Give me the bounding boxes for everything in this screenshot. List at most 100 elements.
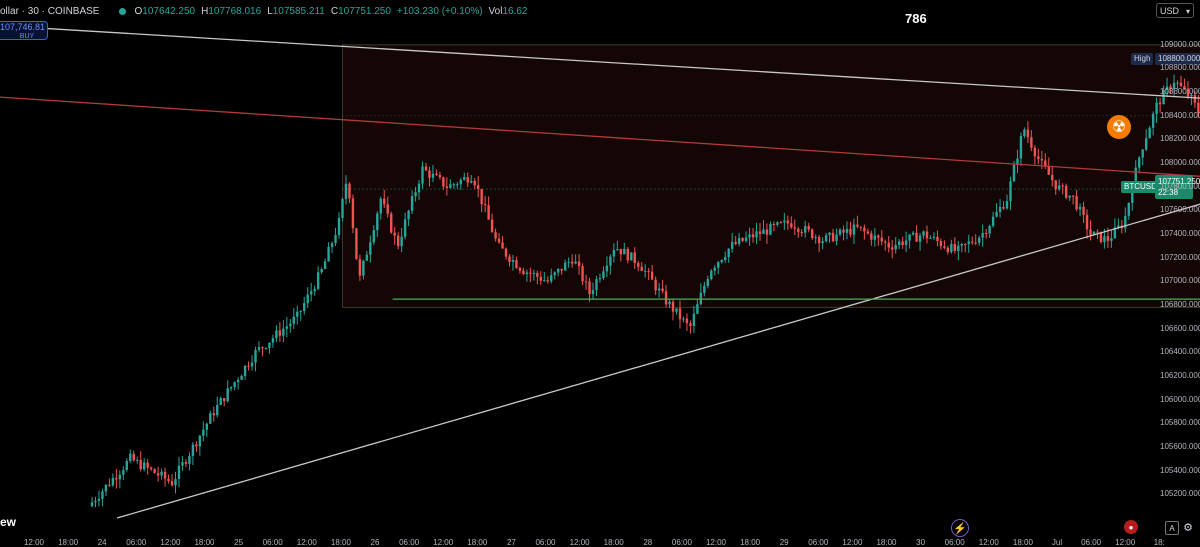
candle-body: [773, 224, 775, 225]
candle-body: [915, 233, 917, 242]
candle-body: [188, 456, 190, 464]
candle-body: [146, 463, 148, 468]
candle-body: [540, 277, 542, 281]
candle-body: [508, 257, 510, 262]
candle-body: [727, 249, 729, 257]
candle-body: [630, 252, 632, 260]
candle-body: [738, 238, 740, 244]
gear-icon[interactable]: ⚙: [1182, 521, 1194, 533]
candle-body: [515, 260, 517, 268]
candle-body: [620, 249, 622, 254]
candle-body: [1051, 175, 1053, 180]
candle-body: [348, 184, 350, 199]
candle-body: [585, 281, 587, 282]
candle-body: [1023, 130, 1025, 136]
candle-body: [303, 303, 305, 311]
candle-body: [647, 271, 649, 272]
candle-body: [780, 222, 782, 223]
candle-body: [550, 275, 552, 281]
candle-body: [592, 290, 594, 294]
candle-body: [480, 189, 482, 204]
candle-body: [171, 481, 173, 485]
lightning-icon[interactable]: ⚡: [951, 519, 969, 537]
symbol-title[interactable]: ollar · 30 · COINBASE: [0, 6, 99, 17]
auto-scale-button[interactable]: A: [1165, 521, 1179, 535]
candle-body: [710, 271, 712, 279]
candle-body: [105, 485, 107, 492]
candle-body: [265, 348, 267, 349]
candle-body: [442, 177, 444, 186]
candle-body: [373, 230, 375, 242]
candle-body: [981, 233, 983, 238]
candle-body: [293, 317, 295, 324]
buy-price: 107,746.81: [0, 22, 45, 32]
price-tick-label: 108600.000: [1160, 87, 1200, 96]
candle-body: [884, 241, 886, 242]
candle-body: [119, 475, 121, 480]
candle-body: [1048, 167, 1050, 175]
candle-body: [1058, 185, 1060, 189]
candle-body: [380, 199, 382, 214]
candle-body: [254, 350, 256, 363]
candle-body: [1110, 238, 1112, 241]
candle-body: [446, 187, 448, 188]
candle-body: [968, 242, 970, 245]
candle-body: [362, 261, 364, 276]
candle-body: [811, 229, 813, 238]
candle-body: [129, 454, 131, 461]
currency-selector[interactable]: USD: [1156, 3, 1194, 18]
candle-body: [1002, 207, 1004, 208]
candle-body: [644, 271, 646, 272]
candle-body: [616, 249, 618, 250]
candle-body: [324, 261, 326, 269]
price-tick-label: 109000.000: [1160, 40, 1200, 49]
candle-body: [206, 424, 208, 430]
candle-body: [91, 502, 93, 506]
candle-body: [933, 237, 935, 238]
candle-body: [505, 249, 507, 257]
candle-body: [279, 330, 281, 335]
candle-body: [414, 192, 416, 196]
candle-body: [1152, 114, 1154, 128]
candle-body: [470, 181, 472, 183]
price-tick-label: 105400.000: [1160, 466, 1200, 475]
candle-body: [512, 260, 514, 262]
candle-body: [341, 199, 343, 218]
price-tick-label: 107600.000: [1160, 205, 1200, 214]
candle-body: [599, 278, 601, 279]
candle-body: [675, 308, 677, 311]
price-tick-label: 106800.000: [1160, 300, 1200, 309]
candle-body: [564, 263, 566, 271]
candle-body: [613, 250, 615, 256]
radiation-icon[interactable]: ☢: [1107, 115, 1131, 139]
candle-body: [400, 237, 402, 246]
candle-body: [926, 231, 928, 238]
candle-body: [672, 302, 674, 312]
candle-body: [741, 238, 743, 241]
candle-body: [975, 243, 977, 244]
candle-body: [877, 236, 879, 238]
candle-body: [230, 387, 232, 388]
candle-body: [272, 338, 274, 342]
candle-body: [307, 295, 309, 304]
buy-label: BUY: [0, 32, 44, 41]
chart-area[interactable]: [0, 0, 1200, 546]
candle-body: [313, 289, 315, 291]
candle-body: [919, 236, 921, 242]
candle-body: [571, 262, 573, 264]
candle-body: [428, 170, 430, 177]
candle-body: [331, 243, 333, 247]
flag-icon[interactable]: ●: [1124, 520, 1138, 534]
candle-body: [1068, 196, 1070, 198]
candle-body: [609, 256, 611, 265]
candle-body: [366, 255, 368, 261]
buy-button[interactable]: 107,746.81 BUY: [0, 21, 48, 40]
candle-body: [748, 234, 750, 237]
candle-body: [808, 226, 810, 229]
candle-body: [901, 241, 903, 245]
candle-body: [606, 266, 608, 272]
price-chart[interactable]: [0, 0, 1200, 546]
candle-body: [418, 184, 420, 192]
candle-body: [881, 238, 883, 242]
candle-body: [174, 479, 176, 485]
